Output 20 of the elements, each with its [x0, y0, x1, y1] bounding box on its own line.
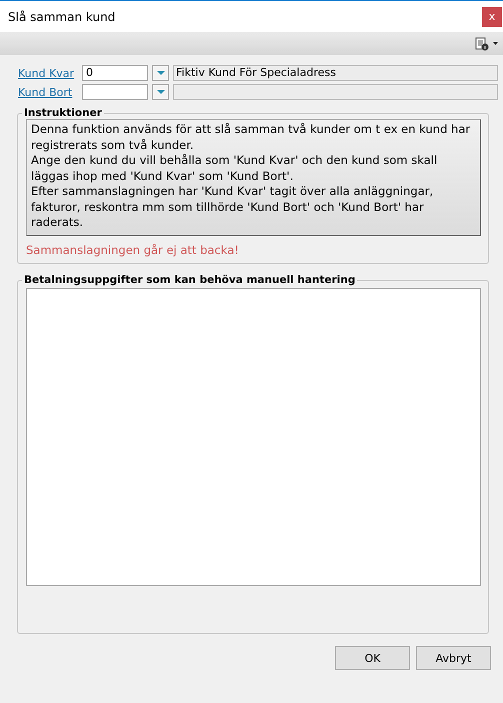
window-title: Slå samman kund	[8, 10, 116, 24]
group-title: Betalningsuppgifter som kan behöva manuell hantering	[23, 274, 356, 286]
caret-icon	[156, 71, 164, 75]
customer-name-field: Fiktiv Kund För Specialadress	[173, 65, 498, 81]
customer-link[interactable]: Kund Kvar	[18, 66, 82, 80]
customer-link[interactable]: Kund Bort	[18, 86, 82, 98]
instruction-text: Ange den kund du vill behålla som 'Kund Kvar' och den kund som skall läggas ihop med 'Kund Kvar' som 'Kund Bort'.	[31, 153, 438, 184]
cancel-button[interactable]: Avbryt	[416, 646, 491, 670]
customer-number-field[interactable]: 0	[82, 65, 148, 81]
ok-button[interactable]: OK	[335, 646, 410, 670]
close-button[interactable]: x	[482, 6, 502, 26]
group-title: Instruktioner	[23, 107, 103, 119]
instruction-text: Efter sammanslagningen har 'Kund Kvar' tagit över alla anläggningar, fakturor, reskontra mm som tillhörde 'Kund Bort' och 'Kund Bort' har raderats.	[31, 184, 434, 230]
caret-icon	[156, 90, 164, 94]
instruction-text: Denna funktion används för att slå samman två kunder om t ex en kund har registrerats som två kunder.	[31, 122, 472, 153]
customer-number-field[interactable]	[82, 84, 148, 100]
dropdown-button[interactable]	[152, 84, 169, 100]
dropdown-button[interactable]	[152, 65, 169, 81]
report-info-icon[interactable]	[475, 36, 499, 50]
warning-text: Sammanslagningen går ej att backa!	[26, 243, 240, 257]
